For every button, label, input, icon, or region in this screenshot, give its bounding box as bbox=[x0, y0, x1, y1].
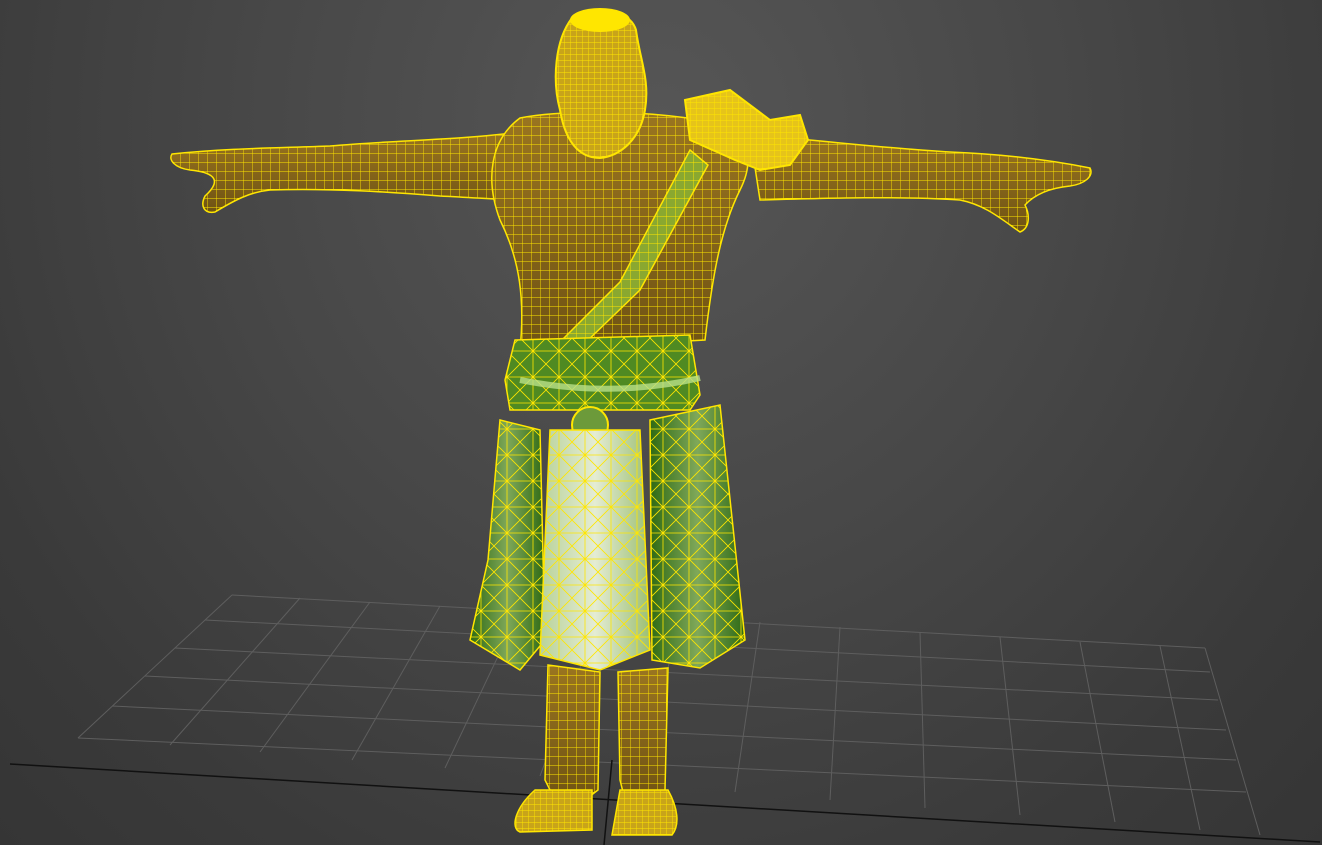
hair-topknot bbox=[570, 8, 630, 32]
viewport-canvas[interactable] bbox=[0, 0, 1322, 845]
3d-viewport[interactable] bbox=[0, 0, 1322, 845]
character-mesh[interactable] bbox=[170, 8, 1092, 836]
